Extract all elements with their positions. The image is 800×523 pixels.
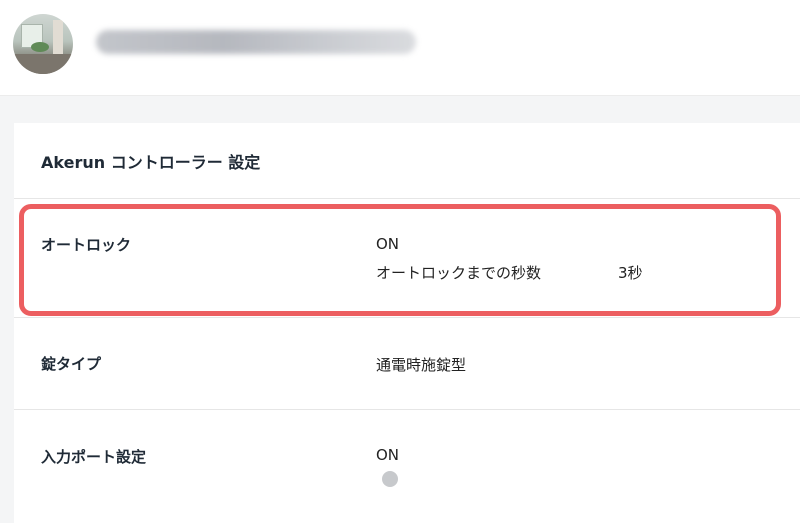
divider <box>14 409 800 410</box>
top-bar <box>0 0 800 96</box>
avatar-plant-shape <box>31 42 49 52</box>
input-port-label: 入力ポート設定 <box>41 448 147 466</box>
lock-type-label: 錠タイプ <box>41 355 102 373</box>
divider <box>14 317 800 318</box>
panel-title: Akerun コントローラー 設定 <box>41 153 261 172</box>
avatar-pillar-shape <box>53 20 63 56</box>
avatar-desk-shape <box>13 54 73 74</box>
autolock-highlight-box <box>19 204 781 316</box>
input-port-detail <box>376 469 398 487</box>
settings-panel: Akerun コントローラー 設定 オートロック ON オートロックまでの秒数 … <box>14 123 800 523</box>
avatar[interactable] <box>13 14 73 74</box>
account-name-blurred <box>96 30 416 54</box>
input-port-status: ON <box>376 446 400 464</box>
divider <box>14 198 800 199</box>
lock-type-value: 通電時施錠型 <box>376 356 467 374</box>
